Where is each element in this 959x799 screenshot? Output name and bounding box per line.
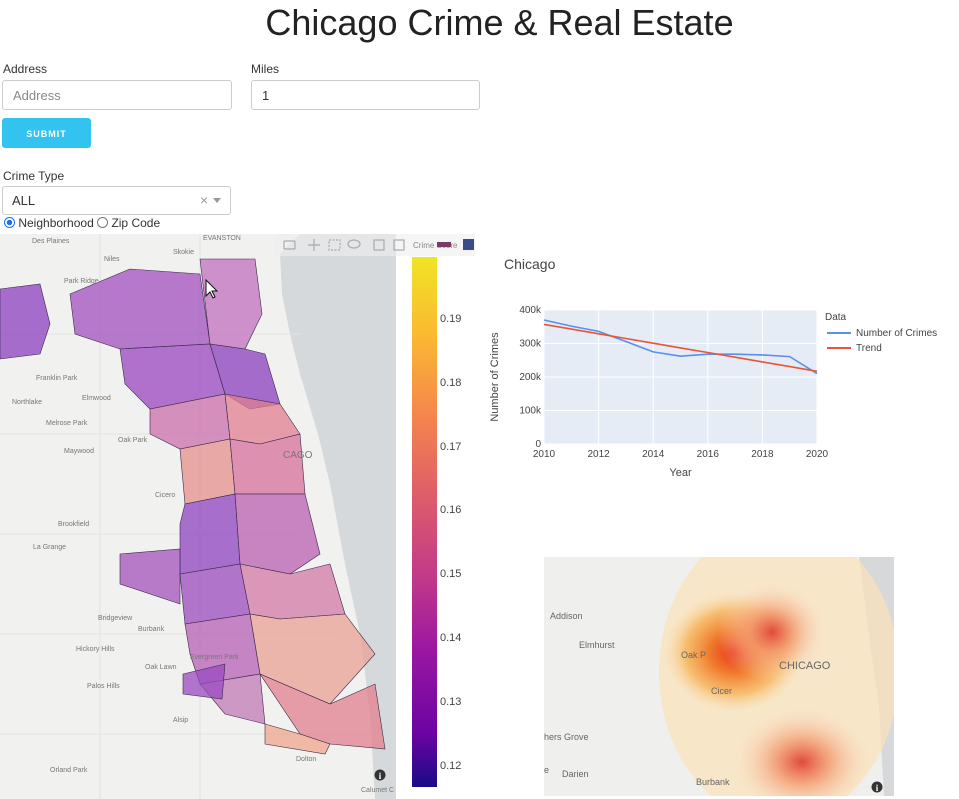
miles-label: Miles (251, 62, 280, 76)
x-tick-label: 2014 (642, 449, 665, 460)
svg-text:Elmhurst: Elmhurst (579, 640, 615, 650)
colorbar-title: Crime Score (413, 241, 458, 250)
x-tick-label: 2016 (697, 449, 720, 460)
page-title: Chicago Crime & Real Estate (265, 2, 734, 43)
svg-text:Orland Park: Orland Park (50, 767, 88, 774)
modebar: Crime Score (275, 234, 475, 256)
svg-text:Darien: Darien (562, 769, 589, 779)
y-tick-label: 300k (519, 339, 542, 350)
radio-neighborhood[interactable]: Neighborhood (4, 216, 94, 230)
colorbar-tick: 0.17 (440, 441, 462, 453)
svg-text:La Grange: La Grange (33, 544, 66, 551)
svg-text:Oak Lawn: Oak Lawn (145, 664, 177, 671)
svg-text:e: e (544, 765, 549, 775)
address-input[interactable] (2, 80, 232, 110)
submit-button[interactable]: SUBMIT (2, 118, 91, 148)
svg-text:Melrose Park: Melrose Park (46, 420, 88, 427)
svg-text:Alsip: Alsip (173, 717, 188, 724)
svg-text:Palos Hills: Palos Hills (87, 683, 120, 690)
colorbar-tick: 0.14 (440, 632, 462, 644)
legend: Data Number of Crimes Trend (825, 312, 937, 354)
plotly-logo-icon[interactable] (463, 239, 474, 250)
svg-text:CHICAGO: CHICAGO (779, 660, 831, 672)
svg-text:CAGO: CAGO (283, 450, 313, 461)
y-axis-label: Number of Crimes (489, 332, 501, 422)
colorbar-marker (437, 242, 451, 247)
svg-text:Burbank: Burbank (696, 777, 730, 787)
region-radio-group: Neighborhood Zip Code (4, 216, 160, 230)
x-tick-label: 2010 (533, 449, 556, 460)
legend-item-label: Number of Crimes (856, 328, 937, 339)
svg-text:Evergreen Park: Evergreen Park (190, 654, 239, 661)
colorbar-tick: 0.18 (440, 377, 462, 389)
x-tick-label: 2018 (751, 449, 774, 460)
colorbar (412, 257, 437, 787)
svg-text:Franklin Park: Franklin Park (36, 375, 78, 382)
legend-item-label: Trend (856, 343, 882, 354)
svg-text:Calumet C: Calumet C (361, 787, 394, 794)
address-label: Address (3, 62, 48, 76)
line-chart-title: Chicago (504, 256, 556, 272)
colorbar-tick: 0.15 (440, 568, 462, 580)
clear-icon[interactable]: × (200, 192, 208, 208)
colorbar-tick: 0.13 (440, 696, 462, 708)
svg-text:Elmwood: Elmwood (82, 395, 111, 402)
svg-text:Park Ridge: Park Ridge (64, 278, 99, 285)
chevron-down-icon[interactable] (213, 198, 221, 203)
radio-checked-icon[interactable] (4, 217, 15, 228)
radio-unchecked-icon[interactable] (97, 217, 109, 228)
choropleth-map[interactable]: EVANSTON Des Plaines Skokie Niles Park R… (0, 234, 396, 799)
svg-text:Burbank: Burbank (138, 626, 165, 633)
x-axis-label: Year (669, 467, 692, 479)
legend-title: Data (825, 312, 847, 323)
radio-zip-label: Zip Code (111, 216, 161, 230)
svg-text:Addison: Addison (550, 611, 583, 621)
radio-neighborhood-label: Neighborhood (18, 216, 94, 230)
x-tick-label: 2012 (587, 449, 610, 460)
crime-type-select[interactable]: ALL × (2, 186, 231, 215)
svg-text:Hickory Hills: Hickory Hills (76, 646, 115, 653)
svg-text:Skokie: Skokie (173, 249, 194, 256)
colorbar-tick: 0.16 (440, 504, 462, 516)
line-chart[interactable]: 2010 2012 2014 2016 2018 2020 0 100k 200k 300k 400… (480, 296, 959, 486)
colorbar-tick: 0.12 (440, 760, 462, 772)
svg-text:Oak P: Oak P (681, 650, 706, 660)
crime-type-label: Crime Type (3, 169, 65, 183)
svg-text:Dolton: Dolton (296, 756, 316, 763)
y-tick-label: 100k (519, 406, 542, 417)
svg-text:Des Plaines: Des Plaines (32, 238, 70, 245)
svg-text:Brookfield: Brookfield (58, 521, 89, 528)
svg-text:Maywood: Maywood (64, 448, 94, 455)
y-tick-label: 0 (535, 439, 541, 450)
svg-text:Cicero: Cicero (155, 492, 175, 499)
svg-text:hers Grove: hers Grove (544, 732, 589, 742)
x-tick-label: 2020 (806, 449, 829, 460)
svg-text:Northlake: Northlake (12, 399, 42, 406)
colorbar-tick: 0.19 (440, 313, 462, 325)
svg-text:Bridgeview: Bridgeview (98, 615, 133, 622)
svg-text:EVANSTON: EVANSTON (203, 235, 241, 242)
radio-zip[interactable]: Zip Code (97, 216, 160, 230)
choropleth-svg[interactable]: EVANSTON Des Plaines Skokie Niles Park R… (0, 234, 396, 799)
crime-type-value: ALL (12, 193, 36, 208)
y-tick-label: 400k (519, 305, 542, 316)
density-heatmap[interactable]: Addison Elmhurst Oak P CHICAGO Cicer her… (544, 557, 894, 796)
svg-text:Cicer: Cicer (711, 686, 732, 696)
miles-input[interactable] (251, 80, 480, 110)
svg-text:Oak Park: Oak Park (118, 437, 148, 444)
svg-text:Niles: Niles (104, 256, 120, 263)
y-tick-label: 200k (519, 372, 542, 383)
